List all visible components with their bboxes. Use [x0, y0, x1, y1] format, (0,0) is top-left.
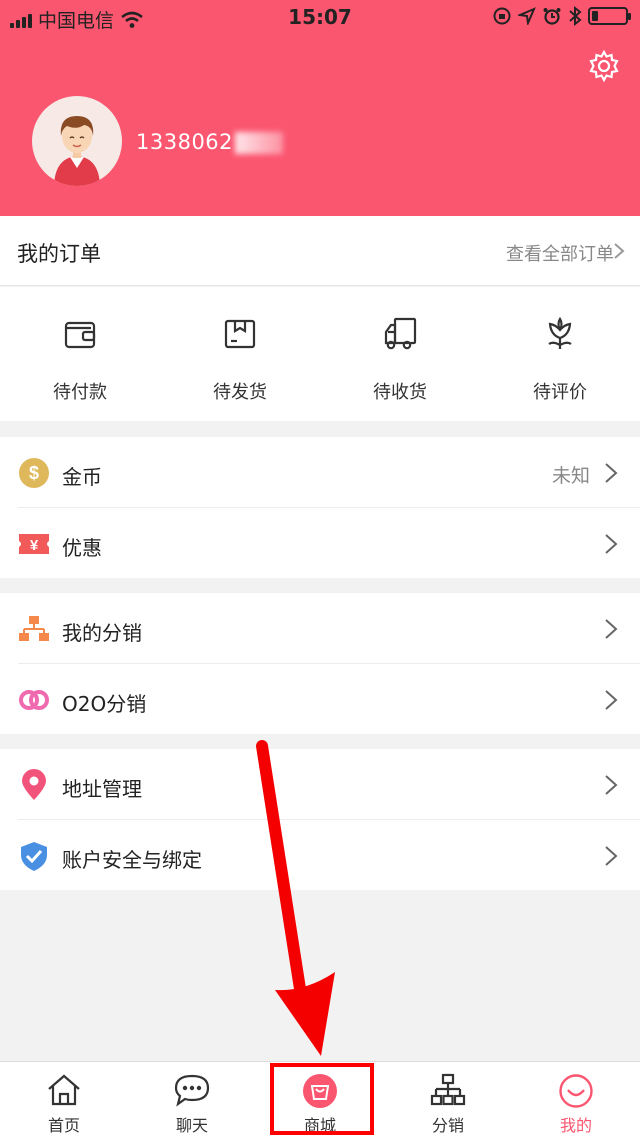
location-pin-icon [22, 769, 46, 800]
rotation-lock-icon [493, 7, 511, 25]
tab-home[interactable]: 首页 [0, 1062, 128, 1137]
account-section: 地址管理 账户安全与绑定 [0, 749, 640, 890]
my-orders-header[interactable]: 我的订单 查看全部订单 [0, 216, 640, 286]
chat-icon [174, 1074, 210, 1107]
order-item-label: 待发货 [213, 382, 267, 403]
distribution-section: 我的分销 O2O分销 [0, 593, 640, 734]
menu-row-address[interactable]: 地址管理 [0, 749, 640, 819]
wallet-icon [64, 321, 96, 349]
tab-label: 首页 [47, 1116, 80, 1135]
menu-row-coins[interactable]: $ 金币 未知 [0, 437, 640, 507]
svg-text:¥: ¥ [30, 537, 39, 554]
order-pending-receipt[interactable]: 待收货 [320, 287, 480, 421]
order-pending-review[interactable]: 待评价 [480, 287, 640, 421]
view-all-orders-link[interactable]: 查看全部订单 [506, 240, 614, 266]
tab-chat[interactable]: 聊天 [128, 1062, 256, 1137]
order-item-label: 待评价 [533, 382, 587, 403]
linked-rings-icon [19, 690, 49, 710]
coupon-icon: ¥ [19, 534, 49, 554]
tab-label: 我的 [559, 1116, 592, 1135]
menu-row-coupons[interactable]: ¥ 优惠 [0, 508, 640, 578]
username[interactable]: 1338062 [136, 130, 284, 154]
battery-level [592, 11, 598, 21]
username-text: 1338062 [136, 130, 234, 154]
mall-tab-highlight-box [270, 1063, 374, 1135]
order-pending-shipment[interactable]: 待发货 [160, 287, 320, 421]
coin-icon: $ [19, 458, 49, 488]
menu-label: 优惠 [62, 536, 102, 560]
distribution-tree-icon [19, 616, 49, 641]
settings-gear-icon[interactable] [588, 50, 620, 82]
menu-label: 金币 [62, 465, 102, 489]
menu-row-o2o[interactable]: O2O分销 [0, 664, 640, 734]
order-pending-payment[interactable]: 待付款 [0, 287, 160, 421]
home-icon [48, 1074, 80, 1106]
package-icon [224, 319, 256, 349]
coins-value: 未知 [551, 465, 590, 487]
chevron-right-icon [605, 534, 618, 554]
chevron-right-icon [605, 690, 618, 710]
tab-distribution[interactable]: 分销 [384, 1062, 512, 1137]
chevron-right-icon [605, 619, 618, 639]
menu-row-security[interactable]: 账户安全与绑定 [0, 820, 640, 890]
chevron-right-icon [605, 775, 618, 795]
svg-text:$: $ [29, 463, 39, 483]
shield-check-icon [21, 842, 47, 871]
profile-header: 中国电信 15:07 1338062 [0, 0, 640, 216]
username-blur [235, 132, 284, 154]
chevron-right-icon [614, 243, 625, 259]
alarm-icon [543, 8, 561, 25]
order-item-label: 待收货 [373, 382, 427, 403]
tab-me[interactable]: 我的 [512, 1062, 640, 1137]
tab-label: 聊天 [175, 1116, 208, 1135]
avatar-icon [54, 116, 100, 186]
user-avatar[interactable] [32, 96, 122, 186]
bluetooth-icon [569, 6, 582, 26]
flower-icon [548, 316, 572, 349]
order-item-label: 待付款 [53, 382, 107, 403]
chevron-right-icon [605, 846, 618, 866]
menu-label: 我的分销 [62, 621, 142, 645]
wallet-section: $ 金币 未知 ¥ 优惠 [0, 437, 640, 578]
battery-icon [588, 7, 631, 25]
truck-icon [384, 317, 417, 350]
tab-label: 分销 [431, 1116, 464, 1135]
menu-label: 账户安全与绑定 [62, 848, 202, 872]
org-chart-icon [430, 1073, 466, 1106]
location-icon [518, 7, 536, 25]
my-orders-title: 我的订单 [17, 242, 101, 266]
menu-label: O2O分销 [62, 692, 147, 716]
order-status-bar: 待付款 待发货 待收货 待评价 [0, 287, 640, 421]
status-bar: 中国电信 15:07 [0, 0, 640, 34]
menu-label: 地址管理 [62, 777, 142, 801]
menu-row-distribution[interactable]: 我的分销 [0, 593, 640, 663]
chevron-right-icon [605, 463, 618, 483]
smile-icon [559, 1074, 593, 1108]
